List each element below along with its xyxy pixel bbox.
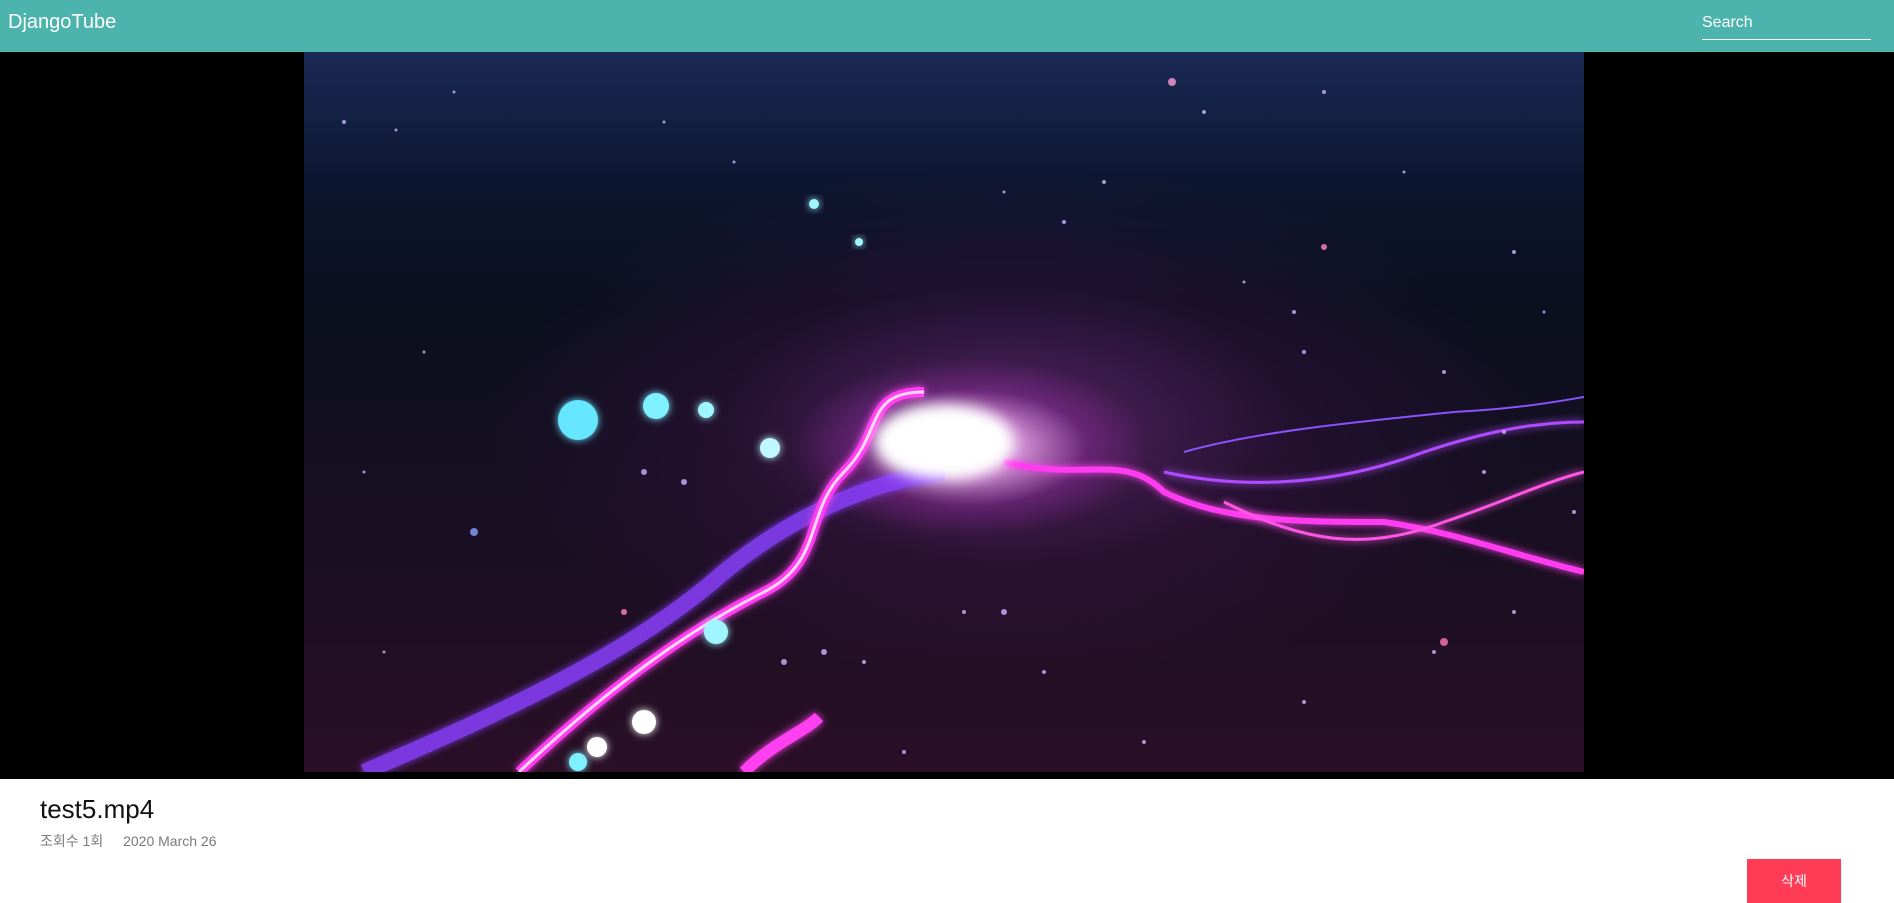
video-player[interactable] (304, 52, 1584, 772)
brand-logo[interactable]: DjangoTube (8, 10, 116, 34)
video-title: test5.mp4 (40, 794, 155, 824)
search-box (1702, 6, 1871, 42)
upload-date: 2020 March 26 (123, 833, 217, 849)
view-count: 조회수 1회 (40, 833, 104, 849)
video-player-area (0, 52, 1894, 779)
video-frame-image (342, 78, 1584, 772)
top-navbar: DjangoTube (0, 0, 1894, 52)
video-meta: 조회수 1회 2020 March 26 (40, 831, 233, 851)
delete-button[interactable]: 삭제 (1747, 859, 1841, 903)
search-input[interactable] (1702, 6, 1871, 40)
